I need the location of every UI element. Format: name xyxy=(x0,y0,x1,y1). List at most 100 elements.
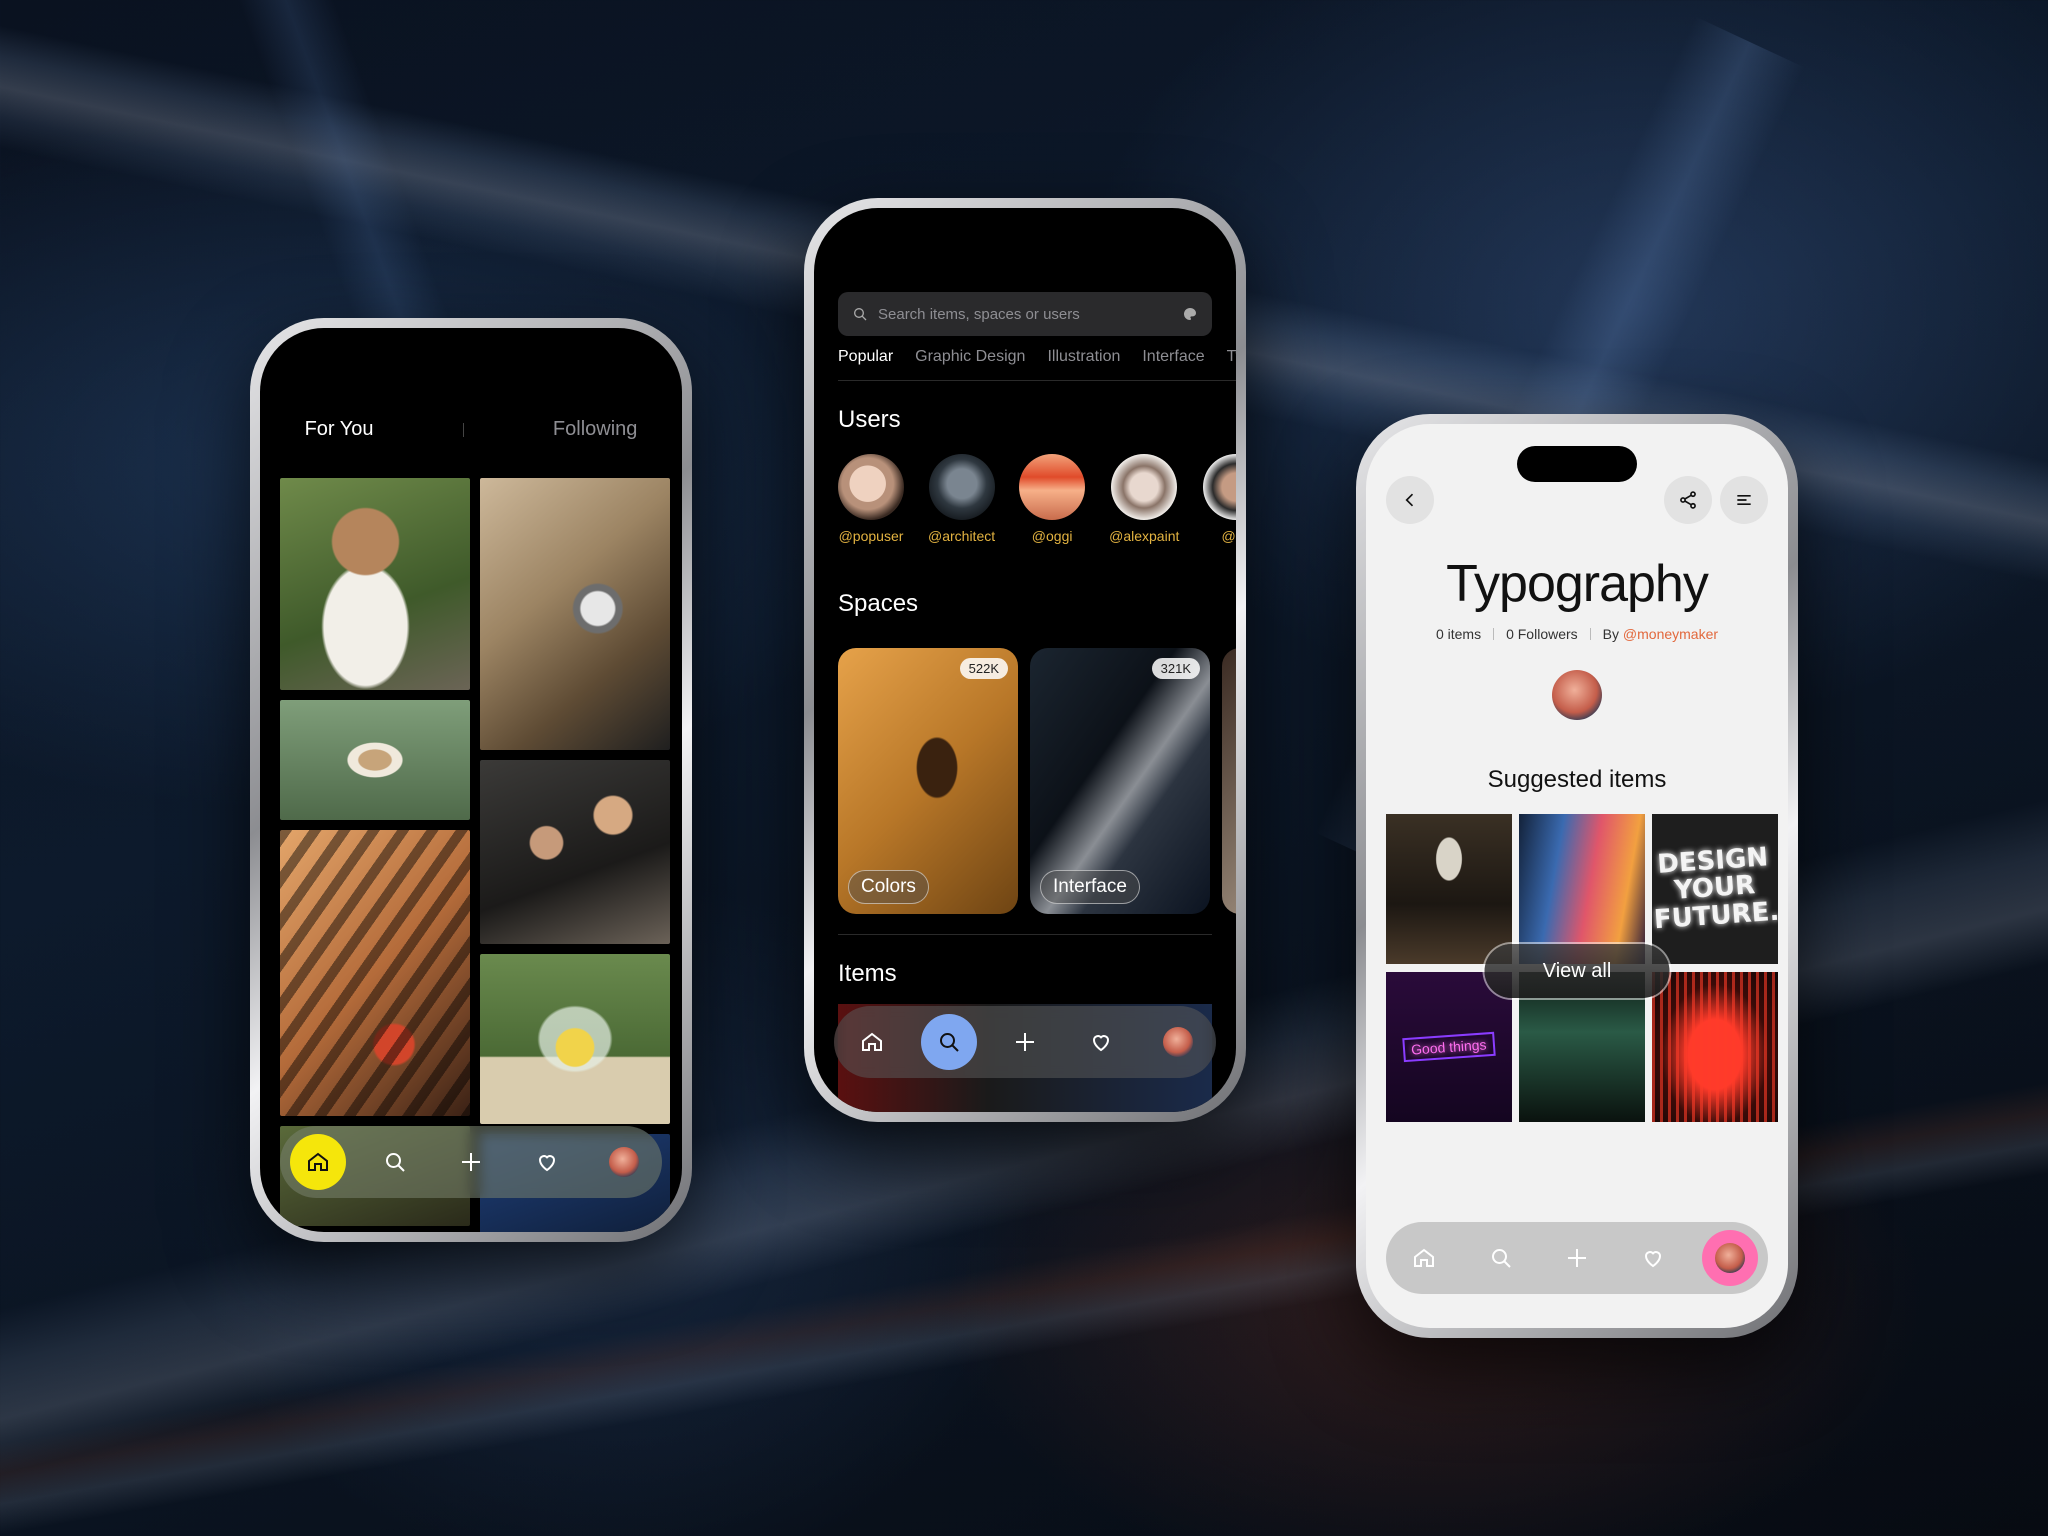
items-count: 0 items xyxy=(1435,626,1482,642)
home-icon xyxy=(308,1152,329,1171)
meta-divider xyxy=(1493,628,1495,640)
page-title: Typography xyxy=(1446,555,1709,613)
user-handle: @popuser xyxy=(838,528,904,544)
tab-for-you[interactable]: For You xyxy=(305,418,374,441)
search-bar[interactable] xyxy=(838,292,1212,336)
feed-image-car-headlight[interactable] xyxy=(480,478,670,750)
plus-icon xyxy=(461,1153,480,1171)
avatar xyxy=(1019,454,1086,520)
nav-add-button[interactable] xyxy=(997,1014,1053,1070)
share-button[interactable] xyxy=(1664,476,1712,524)
search-icon xyxy=(385,1153,405,1172)
tab-popular[interactable]: Popular xyxy=(838,348,893,366)
suggested-item-neon-blur[interactable] xyxy=(1519,814,1645,964)
search-icon xyxy=(1491,1249,1511,1268)
tab-typography[interactable]: Ty xyxy=(1227,348,1236,366)
tab-following[interactable]: Following xyxy=(553,418,637,441)
tab-interface[interactable]: Interface xyxy=(1142,348,1204,366)
space-count: 321K xyxy=(1151,658,1200,679)
bottom-nav xyxy=(834,1006,1216,1078)
user-card[interactable]: @rol xyxy=(1203,454,1236,544)
search-icon xyxy=(854,308,867,321)
nav-search-button[interactable] xyxy=(367,1134,423,1190)
space-detail-screen: Typography 0 items 0 Followers By @money… xyxy=(1366,424,1788,1328)
heart-icon xyxy=(1093,1035,1110,1052)
feed-image-face-shadow[interactable] xyxy=(280,830,470,1116)
by-prefix: By xyxy=(1602,626,1620,642)
bottom-nav xyxy=(280,1126,662,1198)
home-icon xyxy=(862,1032,883,1051)
chevron-left-icon xyxy=(1405,493,1414,507)
user-card[interactable]: @popuser xyxy=(838,454,904,544)
avatar[interactable] xyxy=(1552,670,1602,720)
space-card-partial[interactable] xyxy=(1222,648,1236,914)
nav-home-button[interactable] xyxy=(844,1014,900,1070)
tab-graphic-design[interactable]: Graphic Design xyxy=(915,348,1025,366)
user-handle: @alexpaint xyxy=(1109,528,1180,544)
nav-home-button[interactable] xyxy=(1396,1230,1452,1286)
view-all-button[interactable]: View all xyxy=(1484,944,1670,998)
feed-image-coffee-glass[interactable] xyxy=(280,700,470,820)
phone-for-you: For You Following xyxy=(250,318,692,1242)
suggested-items-title: Suggested items xyxy=(1487,766,1667,793)
spaces-row: 522K Colors 321K Interface xyxy=(838,648,1236,914)
dynamic-island xyxy=(965,230,1085,264)
nav-profile-button[interactable] xyxy=(596,1134,652,1190)
heart-icon xyxy=(539,1155,556,1172)
user-card[interactable]: @alexpaint xyxy=(1109,454,1179,544)
nav-favorites-button[interactable] xyxy=(1625,1230,1681,1286)
tab-divider xyxy=(462,422,464,437)
avatar xyxy=(608,1147,639,1177)
dynamic-island xyxy=(1517,446,1637,482)
nav-add-button[interactable] xyxy=(443,1134,499,1190)
feed-image-friends[interactable] xyxy=(480,760,670,944)
space-card-interface[interactable]: 321K Interface xyxy=(1030,648,1210,914)
palette-icon[interactable] xyxy=(1182,306,1198,322)
plus-icon xyxy=(1015,1033,1034,1051)
share-icon xyxy=(1680,491,1696,509)
nav-search-button[interactable] xyxy=(920,1014,977,1070)
search-icon xyxy=(939,1033,959,1052)
user-card[interactable]: @oggi xyxy=(1019,454,1086,544)
back-button[interactable] xyxy=(1386,476,1434,524)
avatar xyxy=(1162,1027,1193,1057)
nav-favorites-button[interactable] xyxy=(519,1134,575,1190)
nav-home-button[interactable] xyxy=(290,1134,347,1190)
feed-image-woman-fig[interactable] xyxy=(280,478,470,690)
nav-favorites-button[interactable] xyxy=(1073,1014,1129,1070)
user-handle: @architect xyxy=(928,528,996,544)
suggested-item-good-things[interactable]: Good things xyxy=(1386,972,1512,1122)
suggested-item-office[interactable] xyxy=(1386,814,1512,964)
spaces-section-title: Spaces xyxy=(838,590,919,617)
tab-illustration[interactable]: Illustration xyxy=(1047,348,1120,366)
followers-count: 0 Followers xyxy=(1506,626,1578,642)
items-section-title: Items xyxy=(838,960,897,987)
home-icon xyxy=(1414,1248,1435,1267)
suggested-item-design-poster[interactable]: DESIGN YOUR FUTURE. xyxy=(1652,814,1780,964)
space-label: Colors xyxy=(848,870,929,904)
category-tabs: Popular Graphic Design Illustration Inte… xyxy=(838,348,1236,381)
feed-image-lemon-drink[interactable] xyxy=(480,954,670,1124)
owner-link[interactable]: @moneymaker xyxy=(1623,626,1718,642)
neon-text: Good things xyxy=(1402,1031,1496,1063)
plus-icon xyxy=(1567,1249,1586,1267)
avatar xyxy=(1203,454,1236,520)
nav-profile-button[interactable] xyxy=(1701,1230,1758,1286)
nav-profile-button[interactable] xyxy=(1150,1014,1206,1070)
user-card[interactable]: @architect xyxy=(928,454,995,544)
dynamic-island xyxy=(411,350,531,384)
users-section-title: Users xyxy=(838,406,901,433)
nav-search-button[interactable] xyxy=(1473,1230,1529,1286)
suggested-item-red-projection[interactable] xyxy=(1652,972,1778,1122)
explore-screen: Popular Graphic Design Illustration Inte… xyxy=(814,208,1236,1112)
nav-add-button[interactable] xyxy=(1549,1230,1605,1286)
avatar xyxy=(1714,1243,1745,1273)
user-handle: @oggi xyxy=(1031,528,1073,544)
board-meta: 0 items 0 Followers By @moneymaker xyxy=(1366,626,1788,642)
menu-button[interactable] xyxy=(1720,476,1768,524)
user-handle: @rol xyxy=(1221,528,1237,544)
search-input[interactable] xyxy=(878,305,1172,323)
section-divider xyxy=(838,934,1212,935)
space-card-colors[interactable]: 522K Colors xyxy=(838,648,1018,914)
bottom-nav xyxy=(1386,1222,1768,1294)
